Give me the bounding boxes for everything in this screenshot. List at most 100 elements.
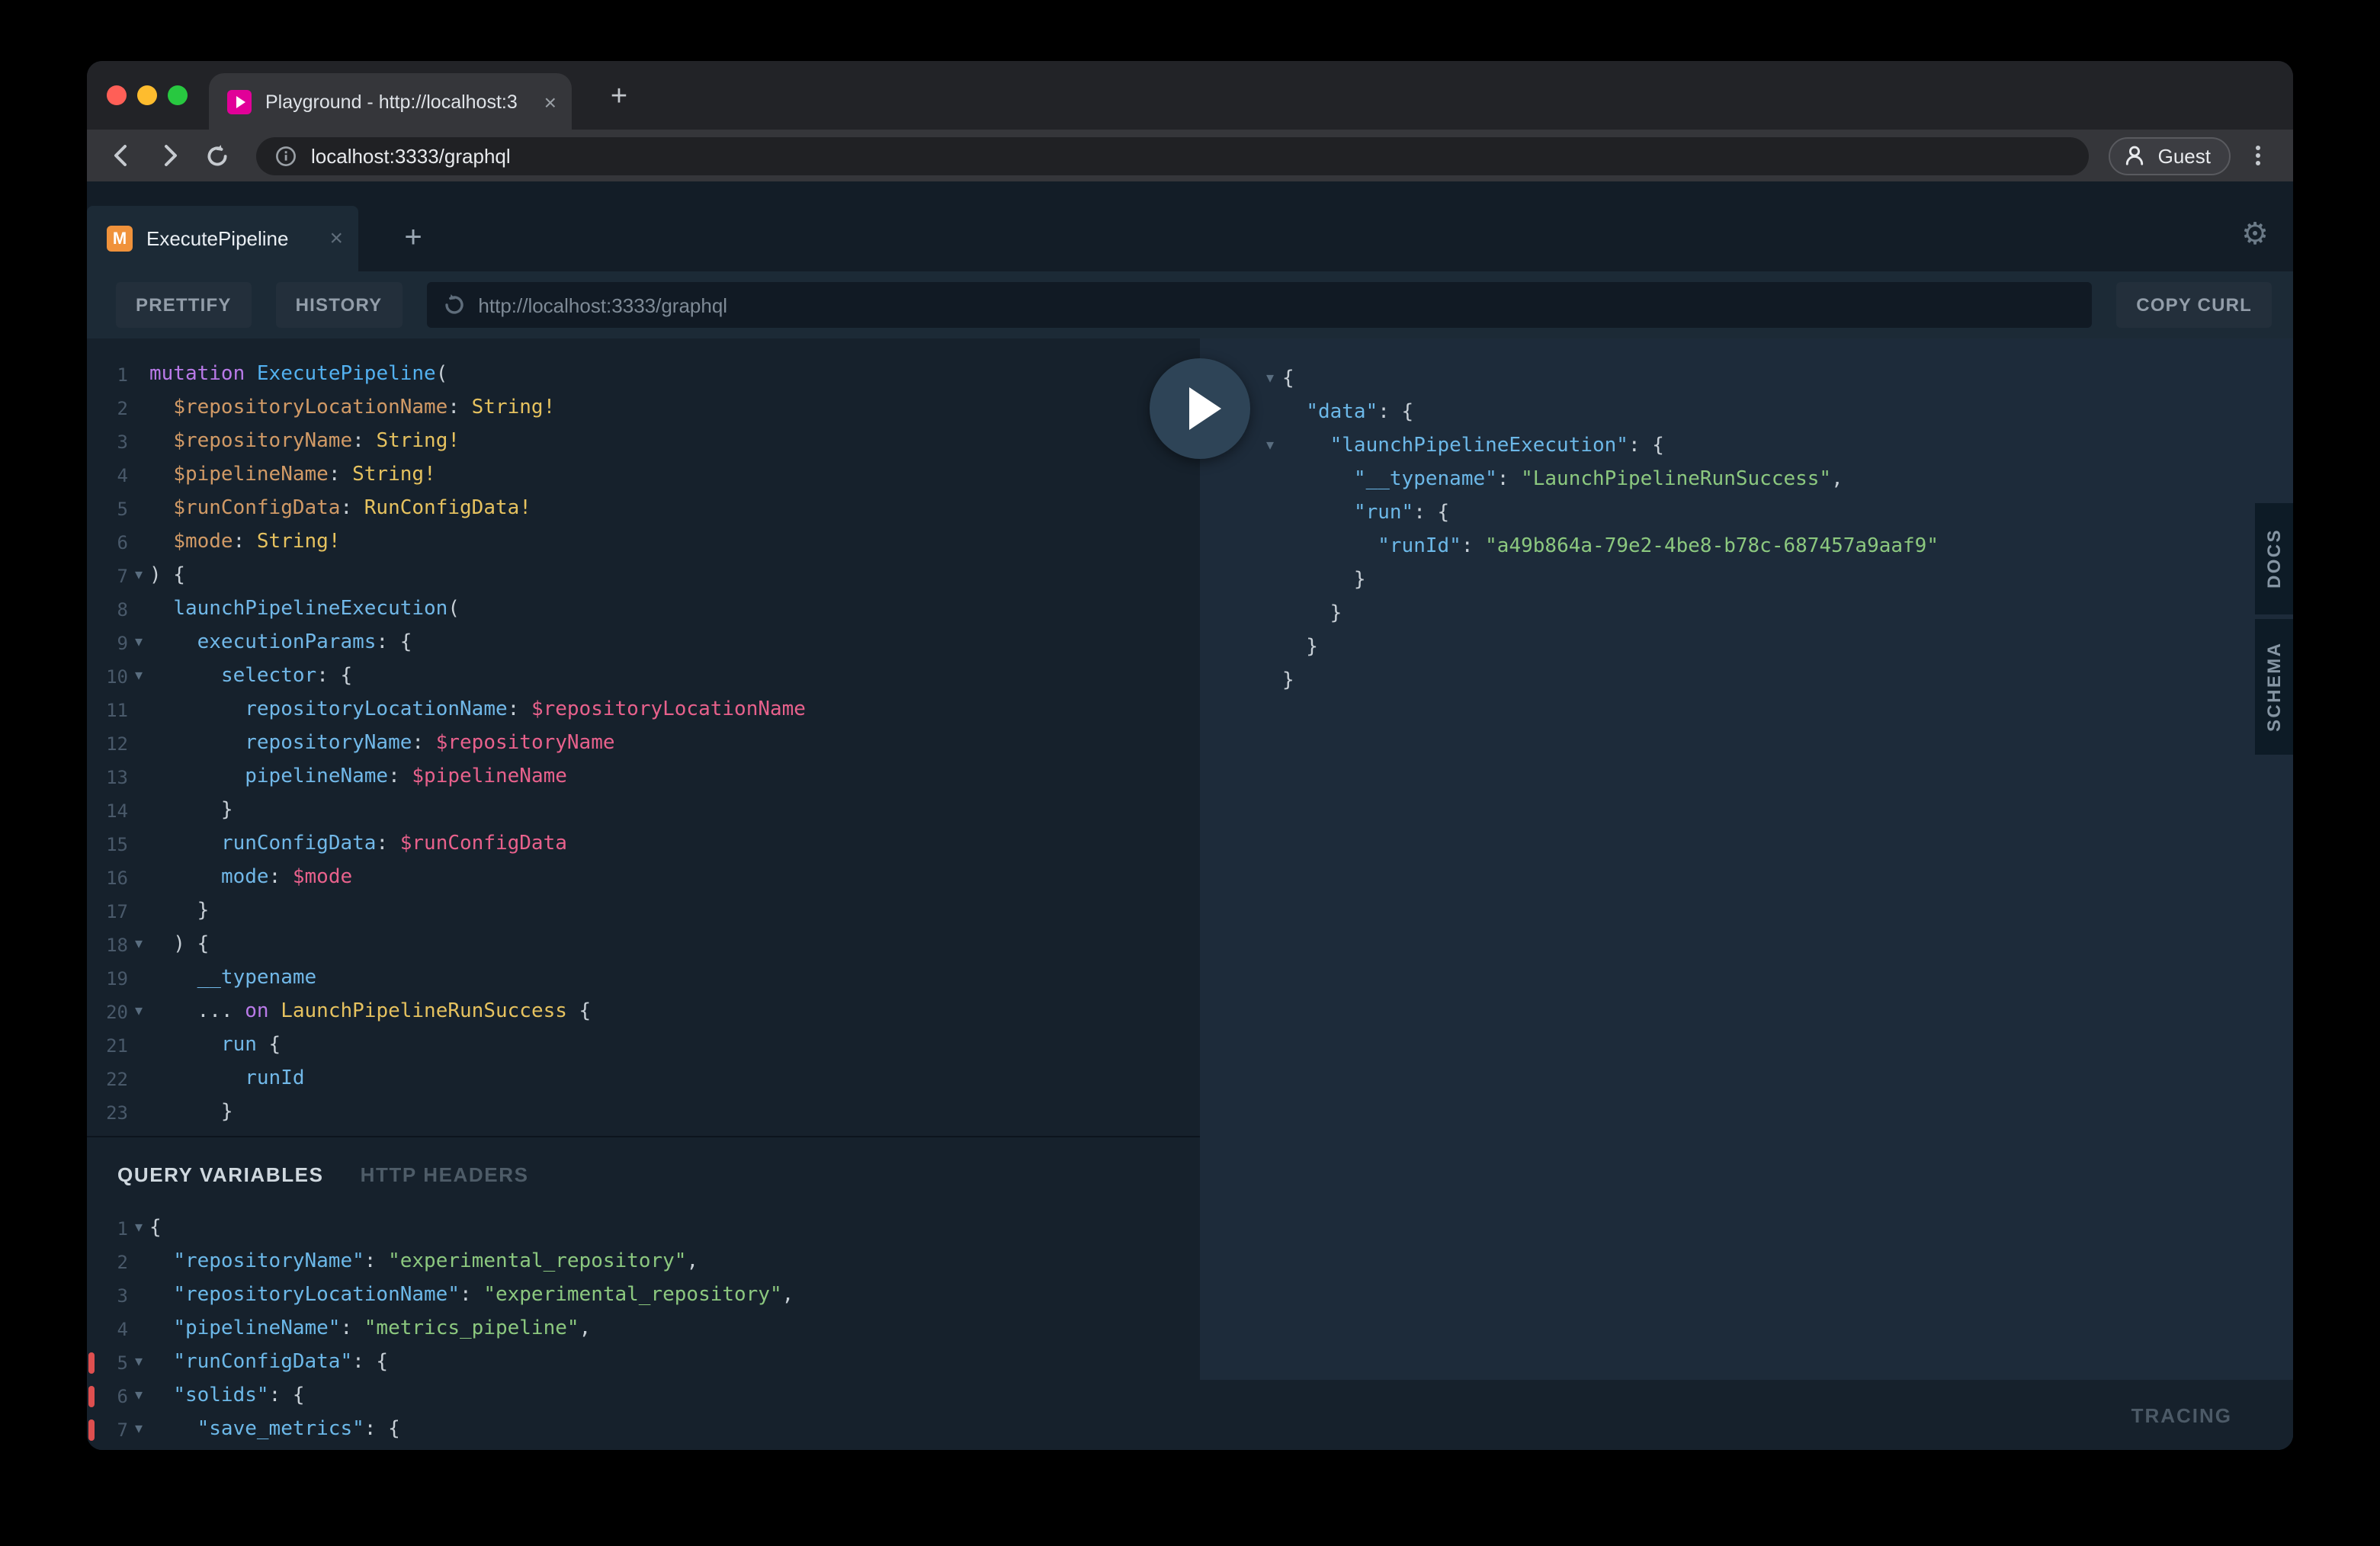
- code-text: "data": {: [1282, 396, 1413, 430]
- query-code-line[interactable]: 6 $mode: String!: [87, 526, 1200, 560]
- playground-new-tab-button[interactable]: +: [386, 206, 441, 271]
- prettify-button[interactable]: PRETTIFY: [116, 282, 252, 328]
- endpoint-history-icon[interactable]: [441, 293, 466, 317]
- new-tab-button[interactable]: +: [596, 75, 642, 120]
- fold-arrow-icon[interactable]: ▾: [128, 1212, 149, 1246]
- url-text: localhost:3333/graphql: [311, 144, 511, 167]
- result-code-line[interactable]: "runId": "a49b864a-79e2-4be8-b78c-687457…: [1258, 531, 2293, 564]
- settings-gear-icon[interactable]: ⚙: [2241, 218, 2269, 249]
- variables-code-line[interactable]: 5▾ "runConfigData": {: [87, 1346, 1200, 1380]
- result-code-line[interactable]: ▾ "launchPipelineExecution": {: [1258, 430, 2293, 463]
- query-code-line[interactable]: 17 }: [87, 895, 1200, 929]
- query-code-line[interactable]: 20▾ ... on LaunchPipelineRunSuccess {: [87, 996, 1200, 1029]
- result-code-line[interactable]: }: [1258, 665, 2293, 698]
- fold-arrow-icon[interactable]: ▾: [128, 1380, 149, 1413]
- tab-query-variables[interactable]: QUERY VARIABLES: [117, 1163, 324, 1186]
- query-code-line[interactable]: 15 runConfigData: $runConfigData: [87, 828, 1200, 861]
- query-code-line[interactable]: 8 launchPipelineExecution(: [87, 593, 1200, 627]
- query-code-line[interactable]: 4 $pipelineName: String!: [87, 459, 1200, 492]
- query-code-line[interactable]: 5 $runConfigData: RunConfigData!: [87, 492, 1200, 526]
- line-number: 11: [87, 694, 128, 727]
- query-code-line[interactable]: 19 __typename: [87, 962, 1200, 996]
- fold-arrow-icon[interactable]: ▾: [128, 627, 149, 660]
- result-code-line[interactable]: "run": {: [1258, 497, 2293, 531]
- code-text: pipelineName: $pipelineName: [149, 761, 567, 794]
- fold-arrow-icon[interactable]: ▾: [128, 660, 149, 694]
- back-icon[interactable]: [102, 136, 142, 175]
- query-code-line[interactable]: 9▾ executionParams: {: [87, 627, 1200, 660]
- query-editor-pane[interactable]: 1mutation ExecutePipeline(2 $repositoryL…: [87, 338, 1200, 1450]
- fold-arrow-icon[interactable]: ▾: [128, 560, 149, 593]
- site-info-icon[interactable]: [274, 144, 297, 167]
- result-code-line[interactable]: "__typename": "LaunchPipelineRunSuccess"…: [1258, 463, 2293, 497]
- query-code-line[interactable]: 10▾ selector: {: [87, 660, 1200, 694]
- result-code-line[interactable]: "data": {: [1258, 396, 2293, 430]
- variables-code-line[interactable]: 3 "repositoryLocationName": "experimenta…: [87, 1279, 1200, 1313]
- execute-play-button[interactable]: [1150, 358, 1250, 459]
- query-code-line[interactable]: 1mutation ExecutePipeline(: [87, 358, 1200, 392]
- variables-code-line[interactable]: 4 "pipelineName": "metrics_pipeline",: [87, 1313, 1200, 1346]
- variables-code-line[interactable]: 6▾ "solids": {: [87, 1380, 1200, 1413]
- result-code-line[interactable]: }: [1258, 631, 2293, 665]
- fold-arrow-icon[interactable]: ▾: [128, 1413, 149, 1447]
- query-code-line[interactable]: 16 mode: $mode: [87, 861, 1200, 895]
- docs-tab[interactable]: DOCS: [2255, 503, 2293, 614]
- variables-code-line[interactable]: 7▾ "save_metrics": {: [87, 1413, 1200, 1447]
- browser-tab[interactable]: Playground - http://localhost:3 ×: [209, 73, 572, 130]
- code-text: repositoryName: $repositoryName: [149, 727, 615, 761]
- fold-spacer: [128, 895, 149, 929]
- query-code-line[interactable]: 22 runId: [87, 1063, 1200, 1096]
- variables-editor-lines: 1▾{2 "repositoryName": "experimental_rep…: [87, 1212, 1200, 1447]
- query-code-line[interactable]: 3 $repositoryName: String!: [87, 425, 1200, 459]
- variables-code-line[interactable]: 1▾{: [87, 1212, 1200, 1246]
- code-text: $repositoryName: String!: [149, 425, 460, 459]
- fold-spacer: [128, 962, 149, 996]
- query-code-line[interactable]: 7▾) {: [87, 560, 1200, 593]
- playground-tab-close-icon[interactable]: ×: [329, 226, 343, 252]
- playground-tab[interactable]: M ExecutePipeline ×: [87, 206, 358, 271]
- fold-arrow-icon[interactable]: ▾: [128, 1346, 149, 1380]
- query-code-line[interactable]: 13 pipelineName: $pipelineName: [87, 761, 1200, 794]
- window-minimize-button[interactable]: [137, 85, 157, 105]
- reload-icon[interactable]: [197, 136, 236, 175]
- query-code-line[interactable]: 14 }: [87, 794, 1200, 828]
- tab-close-icon[interactable]: ×: [544, 89, 557, 114]
- query-code-line[interactable]: 2 $repositoryLocationName: String!: [87, 392, 1200, 425]
- fold-arrow-icon[interactable]: ▾: [128, 996, 149, 1029]
- query-code-line[interactable]: 12 repositoryName: $repositoryName: [87, 727, 1200, 761]
- code-text: {: [149, 1212, 162, 1246]
- fold-arrow-icon[interactable]: ▾: [1258, 363, 1282, 396]
- query-code-line[interactable]: 21 run {: [87, 1029, 1200, 1063]
- tracing-toggle[interactable]: TRACING: [2131, 1403, 2232, 1426]
- window-close-button[interactable]: [107, 85, 127, 105]
- result-code-line[interactable]: }: [1258, 598, 2293, 631]
- schema-tab[interactable]: SCHEMA: [2255, 619, 2293, 755]
- profile-button[interactable]: Guest: [2109, 136, 2231, 175]
- result-code-line[interactable]: }: [1258, 564, 2293, 598]
- profile-label: Guest: [2158, 144, 2211, 167]
- variables-code-line[interactable]: 2 "repositoryName": "experimental_reposi…: [87, 1246, 1200, 1279]
- fold-arrow-icon[interactable]: ▾: [128, 929, 149, 962]
- forward-icon[interactable]: [149, 136, 189, 175]
- line-number: 1: [87, 358, 128, 392]
- window-zoom-button[interactable]: [168, 85, 188, 105]
- fold-spacer: [128, 1029, 149, 1063]
- fold-arrow-icon[interactable]: ▾: [1258, 430, 1282, 463]
- query-editor-lines: 1mutation ExecutePipeline(2 $repositoryL…: [87, 338, 1200, 1136]
- query-code-line[interactable]: 18▾ ) {: [87, 929, 1200, 962]
- result-code-line[interactable]: ▾{: [1258, 363, 2293, 396]
- history-button[interactable]: HISTORY: [276, 282, 403, 328]
- menu-kebab-icon[interactable]: [2238, 136, 2278, 175]
- fold-spacer: [128, 1063, 149, 1096]
- fold-spacer: [128, 526, 149, 560]
- address-bar[interactable]: localhost:3333/graphql: [256, 136, 2090, 175]
- endpoint-input[interactable]: [478, 293, 2077, 316]
- code-text: executionParams: {: [149, 627, 412, 660]
- tab-http-headers[interactable]: HTTP HEADERS: [361, 1163, 529, 1186]
- query-code-line[interactable]: 23 }: [87, 1096, 1200, 1130]
- code-text: }: [1282, 665, 1294, 698]
- line-number: 3: [87, 425, 128, 459]
- line-number: 6: [87, 526, 128, 560]
- copy-curl-button[interactable]: COPY CURL: [2116, 282, 2272, 328]
- query-code-line[interactable]: 11 repositoryLocationName: $repositoryLo…: [87, 694, 1200, 727]
